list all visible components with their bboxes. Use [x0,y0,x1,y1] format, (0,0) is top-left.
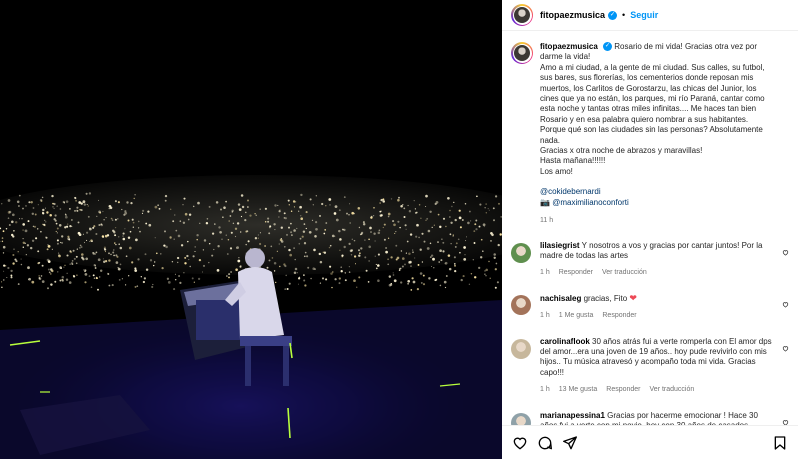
post-caption: fitopaezmusica ✓ Rosario de mi vida! Gra… [502,32,798,227]
caption-line: Gracias x otra noche de abrazos y maravi… [540,146,703,156]
caption-line: Amo a mi ciudad, a la gente de mi ciudad… [540,62,765,72]
camera-icon: 📷 [540,197,550,207]
caption-line: sus bares, sus florerías, los cementerio… [540,73,754,83]
mention-link[interactable]: @maximilianoconforti [552,198,629,207]
post-side-panel: fitopaezmusica ✓ • Seguir fitopaezmusica… [502,0,798,459]
comment-like-icon[interactable] [782,301,789,308]
caption-verified-badge-icon: ✓ [603,42,613,52]
caption-meta: 11 h [540,216,789,226]
comment-username[interactable]: lilasiegrist [540,241,580,250]
comment-like-icon[interactable] [782,345,789,352]
see-translation-button[interactable]: Ver traducción [602,268,647,278]
mention-link[interactable]: @cokidebernardi [540,187,789,197]
comment-username[interactable]: nachisaleg [540,294,581,303]
comment-username[interactable]: carolinaflook [540,337,590,346]
caption-avatar[interactable] [511,42,533,64]
save-icon[interactable] [772,435,788,451]
comment-likes[interactable]: 13 Me gusta [559,385,598,395]
comment-item: marianapessina1 Gracias por hacerme emoc… [502,411,798,425]
see-translation-button[interactable]: Ver traducción [650,385,695,395]
caption-line: Los amo! [540,166,573,176]
commenter-avatar[interactable] [511,338,531,359]
commenter-avatar[interactable] [511,294,531,315]
post-photo[interactable] [0,0,502,459]
comment-time[interactable]: 1 h [540,311,550,321]
reply-button[interactable]: Responder [602,311,636,321]
comment-item: carolinaflook 30 años atrás fui a verte … [502,337,798,396]
caption-line: cines que ya no están, los parques, mi r… [540,94,765,104]
reply-button[interactable]: Responder [606,385,640,395]
post-actions-bar [502,425,798,459]
comment-item: nachisaleg gracias, Fito ❤ 1 h 1 Me gust… [502,293,798,322]
author-username[interactable]: fitopaezmusica [540,10,605,20]
comment-username[interactable]: marianapessina1 [540,411,605,420]
reply-button[interactable]: Responder [559,268,593,278]
caption-line: esta noche y tantas otras miles infinita… [540,104,757,114]
header-separator: • [622,10,626,20]
caption-line: Rosario de mi vida! Gracias otra vez por [614,42,757,51]
author-avatar[interactable] [511,4,533,26]
follow-button[interactable]: Seguir [630,10,658,20]
comment-item: lilasiegrist Y nosotros a vos y gracias … [502,241,798,279]
comment-likes[interactable]: 1 Me gusta [559,311,594,321]
verified-badge-icon: ✓ [608,10,618,20]
comment-time[interactable]: 1 h [540,385,550,395]
red-heart-emoji: ❤ [629,292,637,303]
comment-icon[interactable] [537,435,553,451]
commenter-avatar[interactable] [511,412,531,425]
comment-text: gracias, Fito [583,293,628,303]
share-icon[interactable] [562,435,578,451]
commenter-avatar[interactable] [511,242,531,263]
caption-line: darme la vida! [540,52,591,62]
post-header: fitopaezmusica ✓ • Seguir [502,0,798,31]
heart-icon[interactable] [512,435,528,451]
caption-line: nada. [540,135,561,145]
caption-line: Hasta mañana!!!!!! [540,156,606,166]
comment-like-icon[interactable] [782,249,789,256]
comment-time[interactable]: 1 h [540,268,550,278]
comments-scroll-area[interactable]: fitopaezmusica ✓ Rosario de mi vida! Gra… [502,32,798,425]
caption-line: muertos, los Carlitos de Gorostarzu, las… [540,83,757,93]
caption-username[interactable]: fitopaezmusica [540,42,598,51]
caption-line: Rosario y en esa palabra quiero nombrar … [540,114,749,124]
concert-image [0,0,502,459]
caption-line: Porque qué son las ciudades sin las pers… [540,125,763,135]
caption-time[interactable]: 11 h [540,217,553,224]
